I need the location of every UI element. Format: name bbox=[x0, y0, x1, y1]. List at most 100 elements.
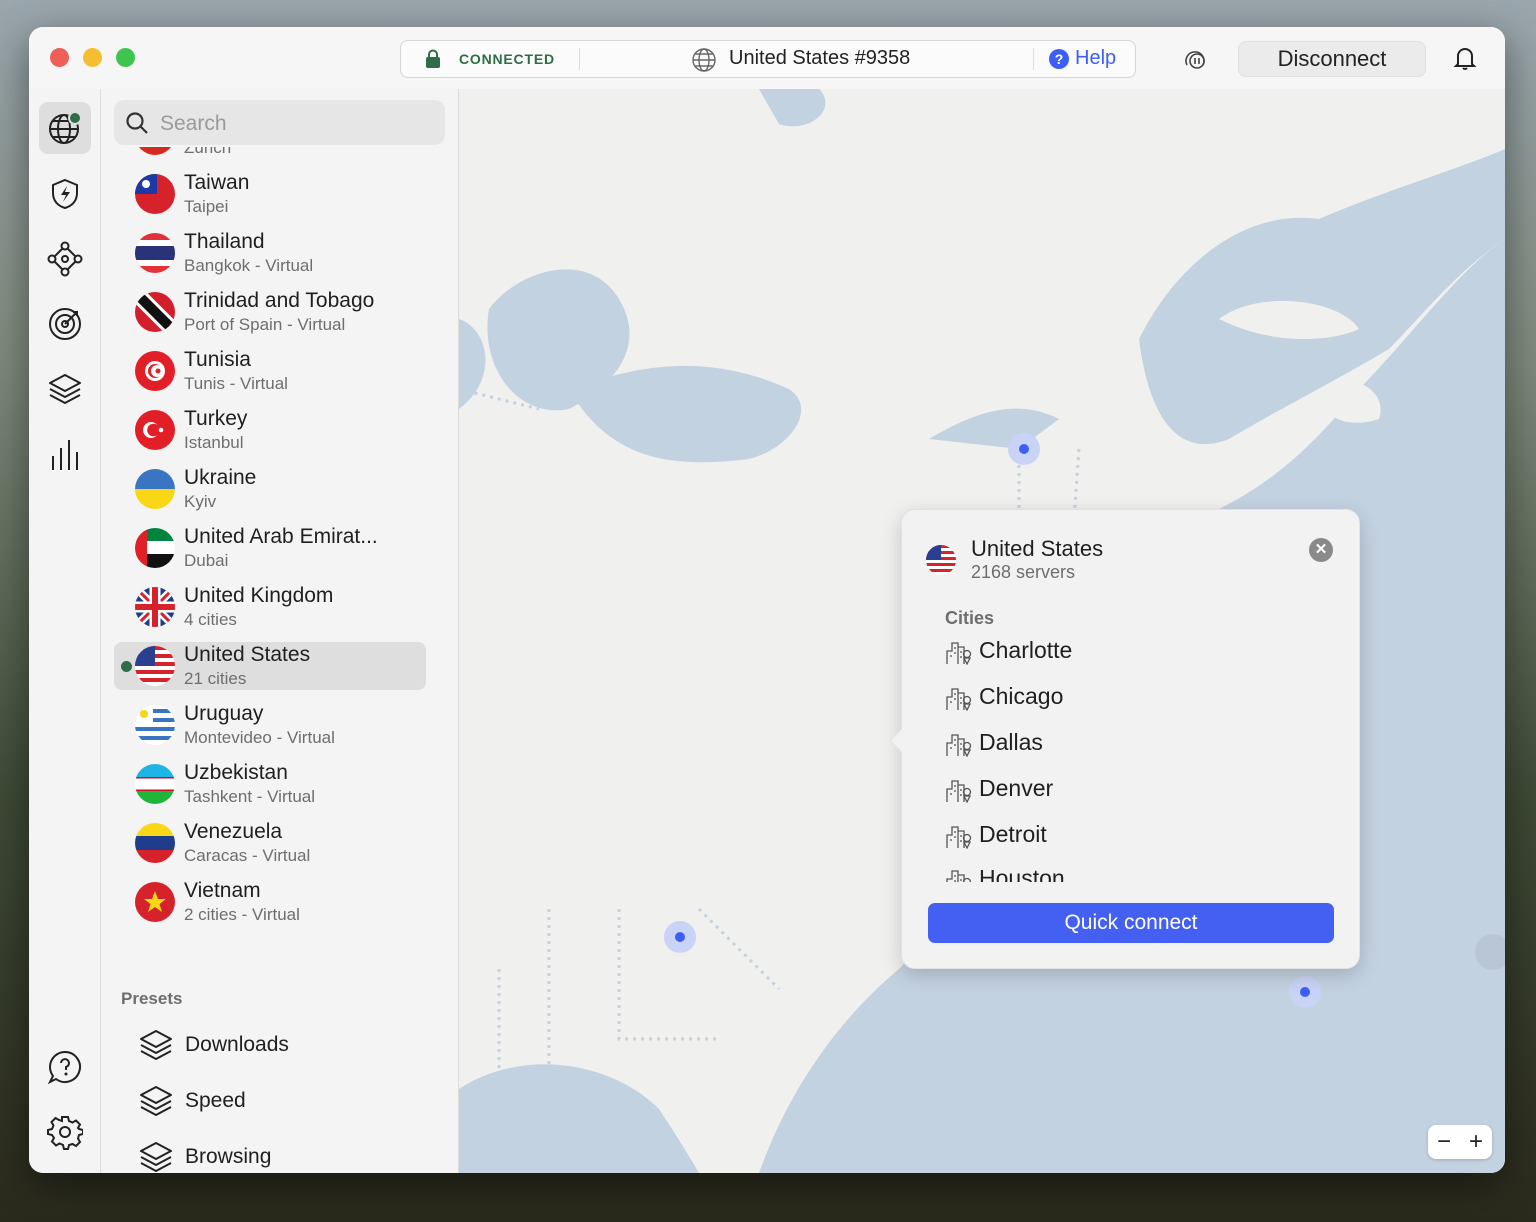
disconnect-button[interactable]: Disconnect bbox=[1238, 41, 1426, 77]
title-bar: CONNECTED United States #9358 ? Help Dis… bbox=[29, 27, 1505, 90]
trinidad-flag-icon bbox=[135, 292, 175, 332]
country-item-united-kingdom[interactable]: United Kingdom 4 cities bbox=[114, 583, 426, 631]
city-label: Charlotte bbox=[979, 637, 1073, 663]
preset-speed[interactable]: Speed bbox=[131, 1080, 431, 1124]
country-item-uruguay[interactable]: Uruguay Montevideo - Virtual bbox=[114, 701, 426, 749]
city-building-icon bbox=[945, 639, 973, 670]
nav-rail bbox=[29, 89, 101, 1173]
city-item-detroit[interactable]: Detroit bbox=[945, 816, 1325, 856]
country-name: United Kingdom bbox=[184, 584, 334, 607]
target-icon bbox=[49, 308, 81, 340]
vietnam-flag-icon bbox=[135, 882, 175, 922]
country-name: Tunisia bbox=[184, 348, 251, 371]
threat-protection-nav-button[interactable] bbox=[39, 168, 91, 220]
country-name: Vietnam bbox=[184, 879, 261, 902]
taiwan-flag-icon bbox=[135, 174, 175, 214]
search-input[interactable] bbox=[158, 100, 432, 147]
settings-nav-button[interactable] bbox=[39, 1106, 91, 1158]
popup-title: United States bbox=[971, 536, 1104, 561]
presets-heading: Presets bbox=[121, 989, 183, 1008]
city-list[interactable]: Charlotte Chicago Dallas Denver Detroit bbox=[945, 632, 1325, 882]
preset-downloads[interactable]: Downloads bbox=[131, 1024, 431, 1068]
layers-icon bbox=[137, 1138, 175, 1173]
city-item-houston[interactable]: Houston bbox=[945, 860, 1325, 882]
countries-nav-button[interactable] bbox=[39, 102, 91, 154]
specialty-servers-nav-button[interactable] bbox=[39, 363, 91, 415]
uruguay-flag-icon bbox=[135, 705, 175, 745]
support-nav-button[interactable] bbox=[39, 1041, 91, 1093]
country-panel: Zurich Taiwan Taipei Thailand Bangkok - … bbox=[101, 89, 459, 1173]
quick-connect-button[interactable]: Quick connect bbox=[928, 903, 1334, 943]
country-name: United Arab Emirat... bbox=[184, 525, 378, 548]
bar-stats-icon bbox=[52, 440, 78, 470]
country-item-uae[interactable]: United Arab Emirat... Dubai bbox=[114, 524, 426, 572]
flag-icon bbox=[135, 147, 175, 155]
country-name: Ukraine bbox=[184, 466, 257, 489]
city-label: Chicago bbox=[979, 683, 1064, 709]
country-name: Uruguay bbox=[184, 702, 264, 725]
country-item-venezuela[interactable]: Venezuela Caracas - Virtual bbox=[114, 819, 426, 867]
city-item-chicago[interactable]: Chicago bbox=[945, 678, 1325, 718]
country-sub: Zurich bbox=[184, 147, 232, 157]
country-sub: Montevideo - Virtual bbox=[184, 728, 335, 747]
minimize-window-button[interactable] bbox=[83, 48, 102, 67]
zoom-out-button[interactable]: − bbox=[1428, 1125, 1460, 1159]
cities-heading: Cities bbox=[945, 608, 995, 628]
uk-flag-icon bbox=[135, 587, 175, 627]
map-view[interactable]: United States 2168 servers ✕ Cities Char… bbox=[459, 89, 1505, 1173]
city-item-denver[interactable]: Denver bbox=[945, 770, 1325, 810]
country-item-turkey[interactable]: Turkey Istanbul bbox=[114, 406, 426, 454]
help-icon[interactable]: ? bbox=[1049, 49, 1069, 69]
close-popup-icon[interactable]: ✕ bbox=[1309, 538, 1333, 562]
shield-bolt-icon bbox=[52, 178, 78, 210]
country-sub: Caracas - Virtual bbox=[184, 846, 311, 865]
close-window-button[interactable] bbox=[50, 48, 69, 67]
venezuela-flag-icon bbox=[135, 823, 175, 863]
pause-icon[interactable] bbox=[1181, 45, 1209, 78]
city-building-icon bbox=[945, 823, 973, 854]
city-item-charlotte[interactable]: Charlotte bbox=[945, 632, 1325, 672]
dark-web-monitor-nav-button[interactable] bbox=[39, 298, 91, 350]
zoom-window-button[interactable] bbox=[116, 48, 135, 67]
meshnet-nav-button[interactable] bbox=[39, 233, 91, 285]
country-item-vietnam[interactable]: Vietnam 2 cities - Virtual bbox=[114, 878, 426, 926]
country-sub: Tashkent - Virtual bbox=[184, 787, 316, 806]
country-item-uzbekistan[interactable]: Uzbekistan Tashkent - Virtual bbox=[114, 760, 426, 808]
search-box[interactable] bbox=[114, 100, 445, 147]
city-label: Detroit bbox=[979, 821, 1047, 847]
gear-icon bbox=[47, 1116, 83, 1150]
help-link[interactable]: Help bbox=[1075, 47, 1116, 70]
zoom-in-button[interactable]: + bbox=[1460, 1125, 1492, 1159]
country-sub: Kyiv bbox=[184, 492, 217, 511]
tunisia-flag-icon bbox=[135, 351, 175, 391]
country-item-thailand[interactable]: Thailand Bangkok - Virtual bbox=[114, 229, 426, 277]
country-item-trinidad-and-tobago[interactable]: Trinidad and Tobago Port of Spain - Virt… bbox=[114, 288, 426, 336]
us-flag-icon bbox=[135, 646, 175, 686]
country-name: Venezuela bbox=[184, 820, 283, 843]
country-popup: United States 2168 servers ✕ Cities Char… bbox=[889, 509, 1360, 969]
country-sub: Bangkok - Virtual bbox=[184, 256, 314, 275]
preset-browsing[interactable]: Browsing bbox=[131, 1136, 431, 1173]
country-sub: Port of Spain - Virtual bbox=[184, 315, 346, 334]
uzbekistan-flag-icon bbox=[135, 764, 175, 804]
country-sub: 4 cities bbox=[184, 610, 237, 629]
statistics-nav-button[interactable] bbox=[39, 428, 91, 480]
country-item-united-states[interactable]: United States 21 cities bbox=[114, 642, 426, 690]
country-item-ukraine[interactable]: Ukraine Kyiv bbox=[114, 465, 426, 513]
layers-icon bbox=[49, 374, 81, 404]
country-sub: Dubai bbox=[184, 551, 229, 570]
country-item-tunisia[interactable]: Tunisia Tunis - Virtual bbox=[114, 347, 426, 395]
country-name: Thailand bbox=[184, 230, 265, 253]
country-sub: Tunis - Virtual bbox=[184, 374, 288, 393]
country-item-switzerland[interactable]: Zurich bbox=[114, 147, 426, 159]
country-sub: 2 cities - Virtual bbox=[184, 905, 300, 924]
country-list[interactable]: Zurich Taiwan Taipei Thailand Bangkok - … bbox=[101, 147, 458, 1173]
globe-icon bbox=[49, 111, 82, 144]
city-label: Dallas bbox=[979, 729, 1043, 755]
city-item-dallas[interactable]: Dallas bbox=[945, 724, 1325, 764]
zoom-control: − + bbox=[1428, 1125, 1492, 1159]
meshnet-icon bbox=[47, 241, 83, 277]
ukraine-flag-icon bbox=[135, 469, 175, 509]
country-item-taiwan[interactable]: Taiwan Taipei bbox=[114, 170, 426, 218]
notifications-bell-icon[interactable] bbox=[1453, 45, 1477, 76]
